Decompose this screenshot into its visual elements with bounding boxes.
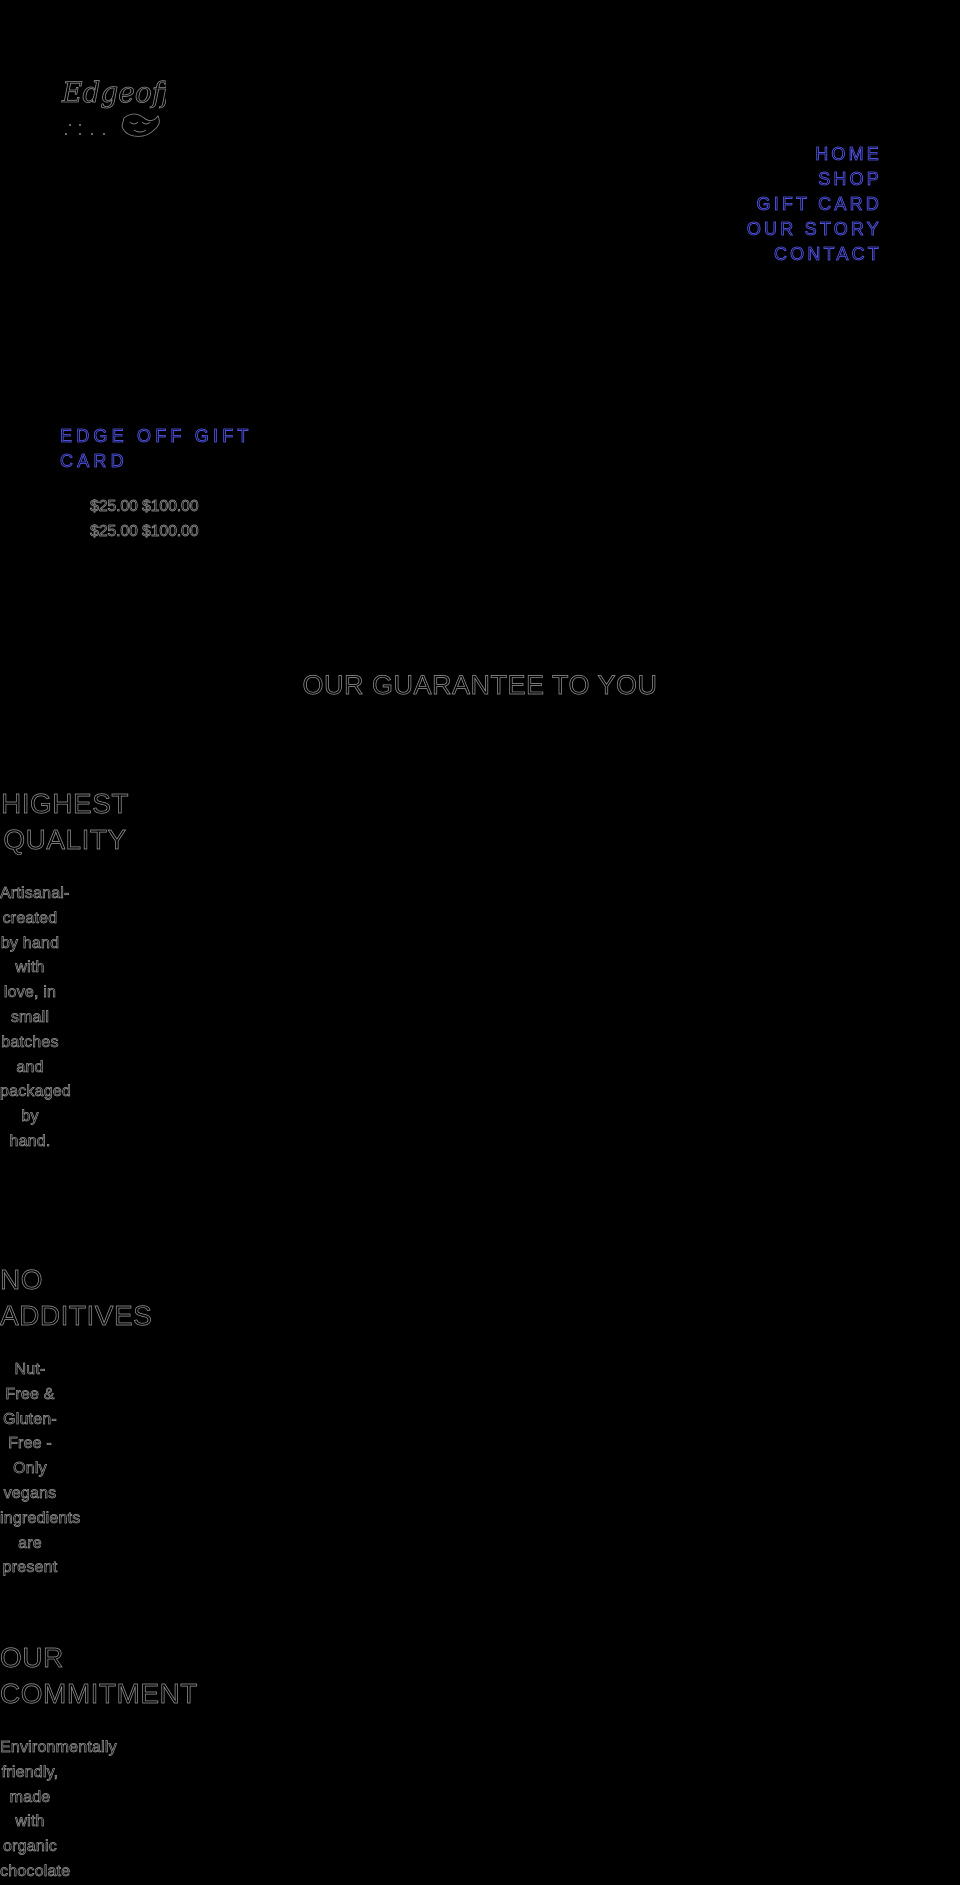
logo-wordmark: Edgeoff bbox=[61, 76, 166, 109]
feature-highest-quality: HIGHEST QUALITY Artisanal-created by han… bbox=[0, 786, 130, 1155]
feature-title: NO ADDITIVES bbox=[0, 1264, 153, 1332]
nav-gift-card[interactable]: GIFT CARD bbox=[756, 192, 882, 217]
price-range: $25.00 $100.00 bbox=[90, 498, 199, 516]
feature-title: OUR COMMITMENT bbox=[0, 1642, 198, 1710]
nav-contact[interactable]: CONTACT bbox=[774, 242, 882, 267]
feature-text: Nut-Free & Gluten-Free - Only vegans ing… bbox=[0, 1361, 81, 1577]
feature-text: Environmentally friendly, made with orga… bbox=[0, 1739, 117, 1881]
nav-our-story[interactable]: OUR STORY bbox=[746, 217, 882, 242]
feature-text: Artisanal-created by hand with love, in … bbox=[0, 885, 71, 1151]
nav-home[interactable]: HOME bbox=[815, 142, 882, 167]
feature-our-commitment: OUR COMMITMENT Environmentally friendly,… bbox=[0, 1640, 200, 1885]
product-price: $25.00 $100.00 $25.00 $100.00 bbox=[90, 494, 199, 544]
brand-logo[interactable]: Edgeoff bbox=[58, 72, 166, 146]
nav-shop[interactable]: SHOP bbox=[818, 167, 882, 192]
chocolate-logo-icon: Edgeoff bbox=[61, 76, 166, 137]
main-nav: HOME SHOP GIFT CARD OUR STORY CONTACT bbox=[746, 142, 882, 267]
price-range: $25.00 $100.00 bbox=[90, 523, 199, 541]
logo-dots bbox=[65, 124, 105, 135]
feature-title: HIGHEST QUALITY bbox=[1, 788, 129, 856]
feature-no-additives: NO ADDITIVES Nut-Free & Gluten-Free - On… bbox=[0, 1262, 153, 1581]
product-title[interactable]: EDGE OFF GIFT CARD bbox=[60, 424, 290, 474]
guarantee-title: OUR GUARANTEE TO YOU bbox=[302, 670, 658, 701]
logo-mascot-icon bbox=[121, 113, 160, 137]
